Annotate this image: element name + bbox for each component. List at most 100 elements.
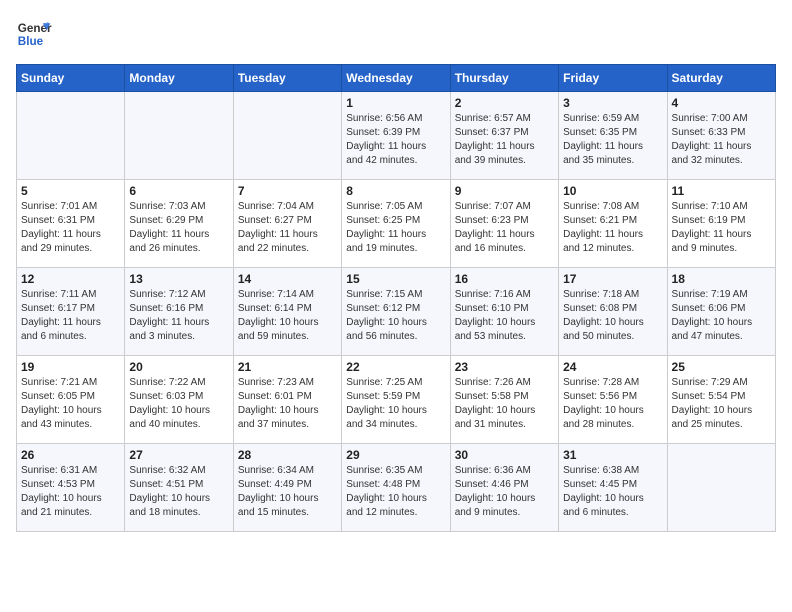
cell-info: Sunrise: 7:04 AM Sunset: 6:27 PM Dayligh… bbox=[238, 200, 337, 256]
day-number: 20 bbox=[129, 360, 228, 374]
cell-info: Sunrise: 6:59 AM Sunset: 6:35 PM Dayligh… bbox=[563, 112, 662, 168]
day-number: 31 bbox=[563, 448, 662, 462]
day-number: 27 bbox=[129, 448, 228, 462]
day-number: 10 bbox=[563, 184, 662, 198]
cell-info: Sunrise: 6:34 AM Sunset: 4:49 PM Dayligh… bbox=[238, 464, 337, 520]
day-number: 6 bbox=[129, 184, 228, 198]
calendar-cell: 20 Sunrise: 7:22 AM Sunset: 6:03 PM Dayli… bbox=[125, 356, 233, 444]
calendar-cell: 12 Sunrise: 7:11 AM Sunset: 6:17 PM Dayli… bbox=[17, 268, 125, 356]
col-header-monday: Monday bbox=[125, 65, 233, 92]
day-number: 22 bbox=[346, 360, 445, 374]
cell-info: Sunrise: 6:36 AM Sunset: 4:46 PM Dayligh… bbox=[455, 464, 554, 520]
day-number: 14 bbox=[238, 272, 337, 286]
calendar-cell: 24 Sunrise: 7:28 AM Sunset: 5:56 PM Dayli… bbox=[559, 356, 667, 444]
week-row-4: 19 Sunrise: 7:21 AM Sunset: 6:05 PM Dayli… bbox=[17, 356, 776, 444]
day-number: 18 bbox=[672, 272, 771, 286]
cell-info: Sunrise: 7:14 AM Sunset: 6:14 PM Dayligh… bbox=[238, 288, 337, 344]
cell-info: Sunrise: 7:03 AM Sunset: 6:29 PM Dayligh… bbox=[129, 200, 228, 256]
calendar-cell: 18 Sunrise: 7:19 AM Sunset: 6:06 PM Dayli… bbox=[667, 268, 775, 356]
cell-info: Sunrise: 7:10 AM Sunset: 6:19 PM Dayligh… bbox=[672, 200, 771, 256]
calendar-cell: 10 Sunrise: 7:08 AM Sunset: 6:21 PM Dayli… bbox=[559, 180, 667, 268]
calendar-cell: 25Sunrise: 7:29 AM Sunset: 5:54 PM Dayli… bbox=[667, 356, 775, 444]
calendar-cell: 13Sunrise: 7:12 AM Sunset: 6:16 PM Dayli… bbox=[125, 268, 233, 356]
day-number: 28 bbox=[238, 448, 337, 462]
calendar-cell: 21 Sunrise: 7:23 AM Sunset: 6:01 PM Dayli… bbox=[233, 356, 341, 444]
day-number: 12 bbox=[21, 272, 120, 286]
calendar-cell: 16 Sunrise: 7:16 AM Sunset: 6:10 PM Dayli… bbox=[450, 268, 558, 356]
cell-info: Sunrise: 7:23 AM Sunset: 6:01 PM Dayligh… bbox=[238, 376, 337, 432]
cell-info: Sunrise: 7:26 AM Sunset: 5:58 PM Dayligh… bbox=[455, 376, 554, 432]
day-number: 1 bbox=[346, 96, 445, 110]
day-number: 7 bbox=[238, 184, 337, 198]
cell-info: Sunrise: 7:16 AM Sunset: 6:10 PM Dayligh… bbox=[455, 288, 554, 344]
col-header-thursday: Thursday bbox=[450, 65, 558, 92]
cell-info: Sunrise: 7:05 AM Sunset: 6:25 PM Dayligh… bbox=[346, 200, 445, 256]
col-header-friday: Friday bbox=[559, 65, 667, 92]
calendar-cell: 31 Sunrise: 6:38 AM Sunset: 4:45 PM Dayli… bbox=[559, 444, 667, 532]
cell-info: Sunrise: 7:19 AM Sunset: 6:06 PM Dayligh… bbox=[672, 288, 771, 344]
day-number: 11 bbox=[672, 184, 771, 198]
calendar-cell: 14 Sunrise: 7:14 AM Sunset: 6:14 PM Dayli… bbox=[233, 268, 341, 356]
day-number: 19 bbox=[21, 360, 120, 374]
day-number: 24 bbox=[563, 360, 662, 374]
calendar-cell: 23 Sunrise: 7:26 AM Sunset: 5:58 PM Dayli… bbox=[450, 356, 558, 444]
calendar-table: SundayMondayTuesdayWednesdayThursdayFrid… bbox=[16, 64, 776, 532]
day-number: 8 bbox=[346, 184, 445, 198]
cell-info: Sunrise: 7:11 AM Sunset: 6:17 PM Dayligh… bbox=[21, 288, 120, 344]
calendar-cell bbox=[125, 92, 233, 180]
cell-info: Sunrise: 7:01 AM Sunset: 6:31 PM Dayligh… bbox=[21, 200, 120, 256]
col-header-wednesday: Wednesday bbox=[342, 65, 450, 92]
calendar-cell bbox=[233, 92, 341, 180]
day-number: 16 bbox=[455, 272, 554, 286]
day-number: 9 bbox=[455, 184, 554, 198]
logo-icon: General Blue bbox=[16, 16, 52, 52]
cell-info: Sunrise: 7:08 AM Sunset: 6:21 PM Dayligh… bbox=[563, 200, 662, 256]
day-number: 13 bbox=[129, 272, 228, 286]
calendar-cell: 26 Sunrise: 6:31 AM Sunset: 4:53 PM Dayli… bbox=[17, 444, 125, 532]
day-number: 26 bbox=[21, 448, 120, 462]
cell-info: Sunrise: 7:21 AM Sunset: 6:05 PM Dayligh… bbox=[21, 376, 120, 432]
page-header: General Blue bbox=[16, 16, 776, 52]
calendar-cell: 28 Sunrise: 6:34 AM Sunset: 4:49 PM Dayli… bbox=[233, 444, 341, 532]
logo: General Blue bbox=[16, 16, 52, 52]
calendar-cell: 27 Sunrise: 6:32 AM Sunset: 4:51 PM Dayli… bbox=[125, 444, 233, 532]
day-number: 2 bbox=[455, 96, 554, 110]
day-number: 29 bbox=[346, 448, 445, 462]
day-number: 23 bbox=[455, 360, 554, 374]
cell-info: Sunrise: 6:32 AM Sunset: 4:51 PM Dayligh… bbox=[129, 464, 228, 520]
calendar-cell bbox=[17, 92, 125, 180]
day-number: 3 bbox=[563, 96, 662, 110]
col-header-sunday: Sunday bbox=[17, 65, 125, 92]
svg-text:Blue: Blue bbox=[18, 35, 44, 48]
day-number: 25 bbox=[672, 360, 771, 374]
week-row-2: 5Sunrise: 7:01 AM Sunset: 6:31 PM Daylig… bbox=[17, 180, 776, 268]
calendar-cell: 15Sunrise: 7:15 AM Sunset: 6:12 PM Dayli… bbox=[342, 268, 450, 356]
calendar-cell: 4 Sunrise: 7:00 AM Sunset: 6:33 PM Daylig… bbox=[667, 92, 775, 180]
cell-info: Sunrise: 7:25 AM Sunset: 5:59 PM Dayligh… bbox=[346, 376, 445, 432]
day-number: 30 bbox=[455, 448, 554, 462]
cell-info: Sunrise: 6:38 AM Sunset: 4:45 PM Dayligh… bbox=[563, 464, 662, 520]
week-row-1: 1Sunrise: 6:56 AM Sunset: 6:39 PM Daylig… bbox=[17, 92, 776, 180]
cell-info: Sunrise: 7:00 AM Sunset: 6:33 PM Dayligh… bbox=[672, 112, 771, 168]
cell-info: Sunrise: 7:22 AM Sunset: 6:03 PM Dayligh… bbox=[129, 376, 228, 432]
col-header-saturday: Saturday bbox=[667, 65, 775, 92]
cell-info: Sunrise: 7:28 AM Sunset: 5:56 PM Dayligh… bbox=[563, 376, 662, 432]
day-number: 4 bbox=[672, 96, 771, 110]
calendar-cell: 2 Sunrise: 6:57 AM Sunset: 6:37 PM Daylig… bbox=[450, 92, 558, 180]
cell-info: Sunrise: 6:31 AM Sunset: 4:53 PM Dayligh… bbox=[21, 464, 120, 520]
calendar-cell: 1Sunrise: 6:56 AM Sunset: 6:39 PM Daylig… bbox=[342, 92, 450, 180]
week-row-3: 12 Sunrise: 7:11 AM Sunset: 6:17 PM Dayli… bbox=[17, 268, 776, 356]
calendar-cell: 22 Sunrise: 7:25 AM Sunset: 5:59 PM Dayli… bbox=[342, 356, 450, 444]
cell-info: Sunrise: 6:57 AM Sunset: 6:37 PM Dayligh… bbox=[455, 112, 554, 168]
calendar-cell: 11 Sunrise: 7:10 AM Sunset: 6:19 PM Dayli… bbox=[667, 180, 775, 268]
calendar-cell: 17Sunrise: 7:18 AM Sunset: 6:08 PM Dayli… bbox=[559, 268, 667, 356]
calendar-cell: 30 Sunrise: 6:36 AM Sunset: 4:46 PM Dayli… bbox=[450, 444, 558, 532]
cell-info: Sunrise: 6:35 AM Sunset: 4:48 PM Dayligh… bbox=[346, 464, 445, 520]
calendar-cell: 9Sunrise: 7:07 AM Sunset: 6:23 PM Daylig… bbox=[450, 180, 558, 268]
calendar-cell: 29 Sunrise: 6:35 AM Sunset: 4:48 PM Dayli… bbox=[342, 444, 450, 532]
calendar-cell: 19 Sunrise: 7:21 AM Sunset: 6:05 PM Dayli… bbox=[17, 356, 125, 444]
col-header-tuesday: Tuesday bbox=[233, 65, 341, 92]
calendar-cell: 7 Sunrise: 7:04 AM Sunset: 6:27 PM Daylig… bbox=[233, 180, 341, 268]
day-number: 21 bbox=[238, 360, 337, 374]
day-number: 17 bbox=[563, 272, 662, 286]
